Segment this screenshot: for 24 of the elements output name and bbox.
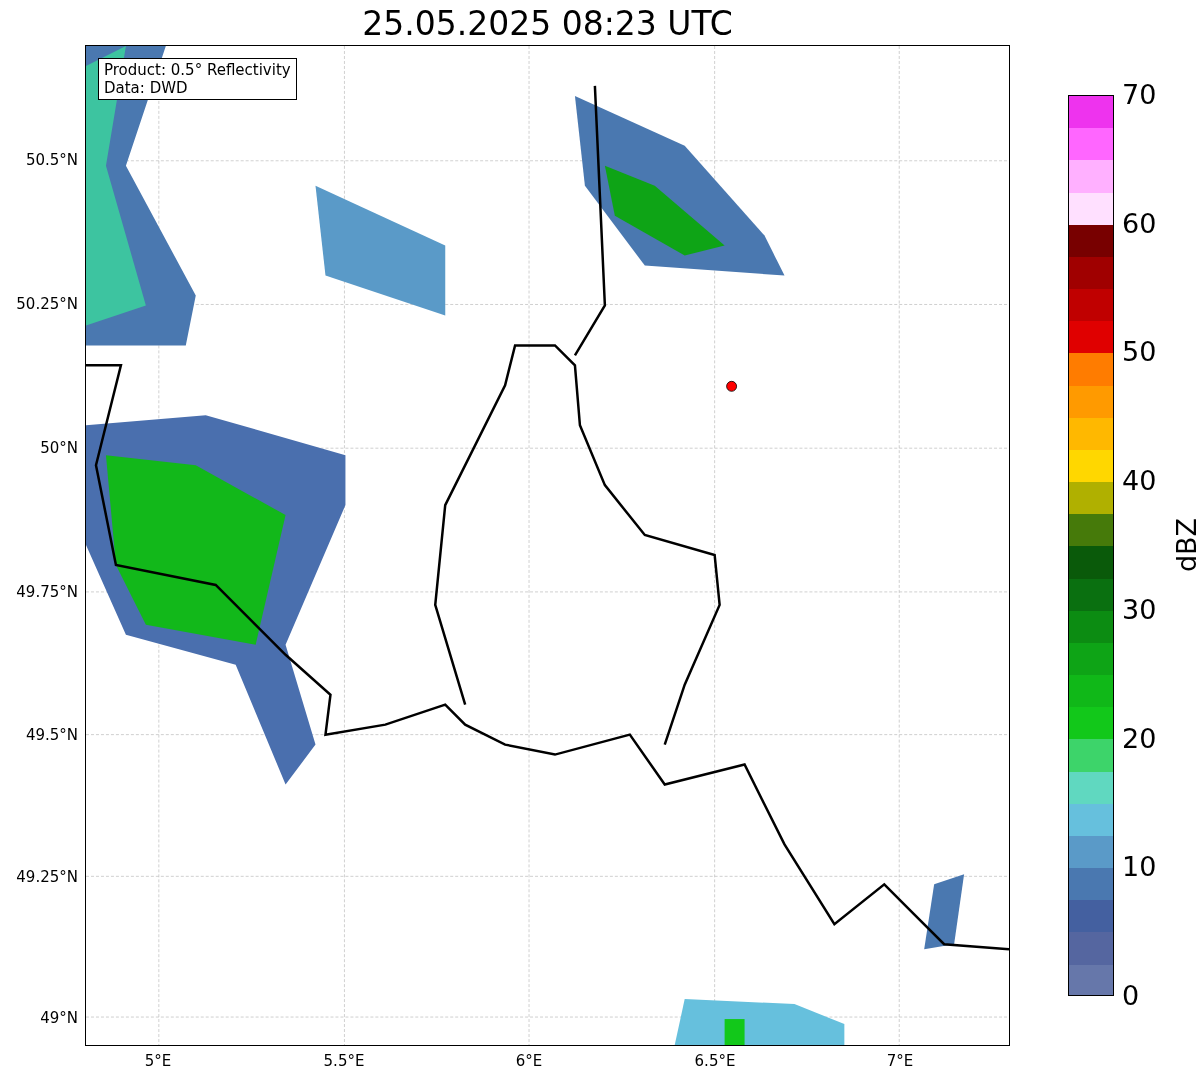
axis-tick-label: 6°E	[514, 1052, 544, 1070]
axis-tick-label: 49.5°N	[25, 726, 78, 744]
axis-tick-label: 50.25°N	[16, 295, 78, 313]
axis-tick-label: 49.25°N	[16, 868, 78, 886]
axis-tick-label: 49°N	[40, 1009, 78, 1027]
axis-tick-label: 6.5°E	[693, 1052, 737, 1070]
colorbar-tick-label: 10	[1122, 852, 1157, 883]
axis-tick-label: 5°E	[143, 1052, 173, 1070]
colorbar-tick-label: 50	[1122, 337, 1157, 368]
colorbar-tick-label: 70	[1122, 80, 1157, 110]
annotation-text: Data: DWD	[104, 79, 189, 97]
chart-title: 25.05.2025 08:23 UTC	[361, 4, 734, 44]
colorbar-tick-label: 40	[1122, 466, 1157, 497]
colorbar-tick-label: 60	[1122, 208, 1157, 239]
axis-tick-label: 49.75°N	[16, 583, 78, 601]
axis-tick-label: 7°E	[885, 1052, 915, 1070]
axis-tick-label: 50.5°N	[25, 151, 78, 169]
axis-tick-label: 5.5°E	[322, 1052, 366, 1070]
colorbar-tick-label: 0	[1122, 981, 1140, 1011]
colorbar-label: dBZ	[1172, 517, 1202, 573]
annotation-text: Product: 0.5° Reflectivity	[104, 61, 291, 79]
axis-tick-label: 50°N	[40, 439, 78, 457]
colorbar-tick-label: 20	[1122, 723, 1157, 754]
colorbar-tick-label: 30	[1122, 594, 1157, 625]
